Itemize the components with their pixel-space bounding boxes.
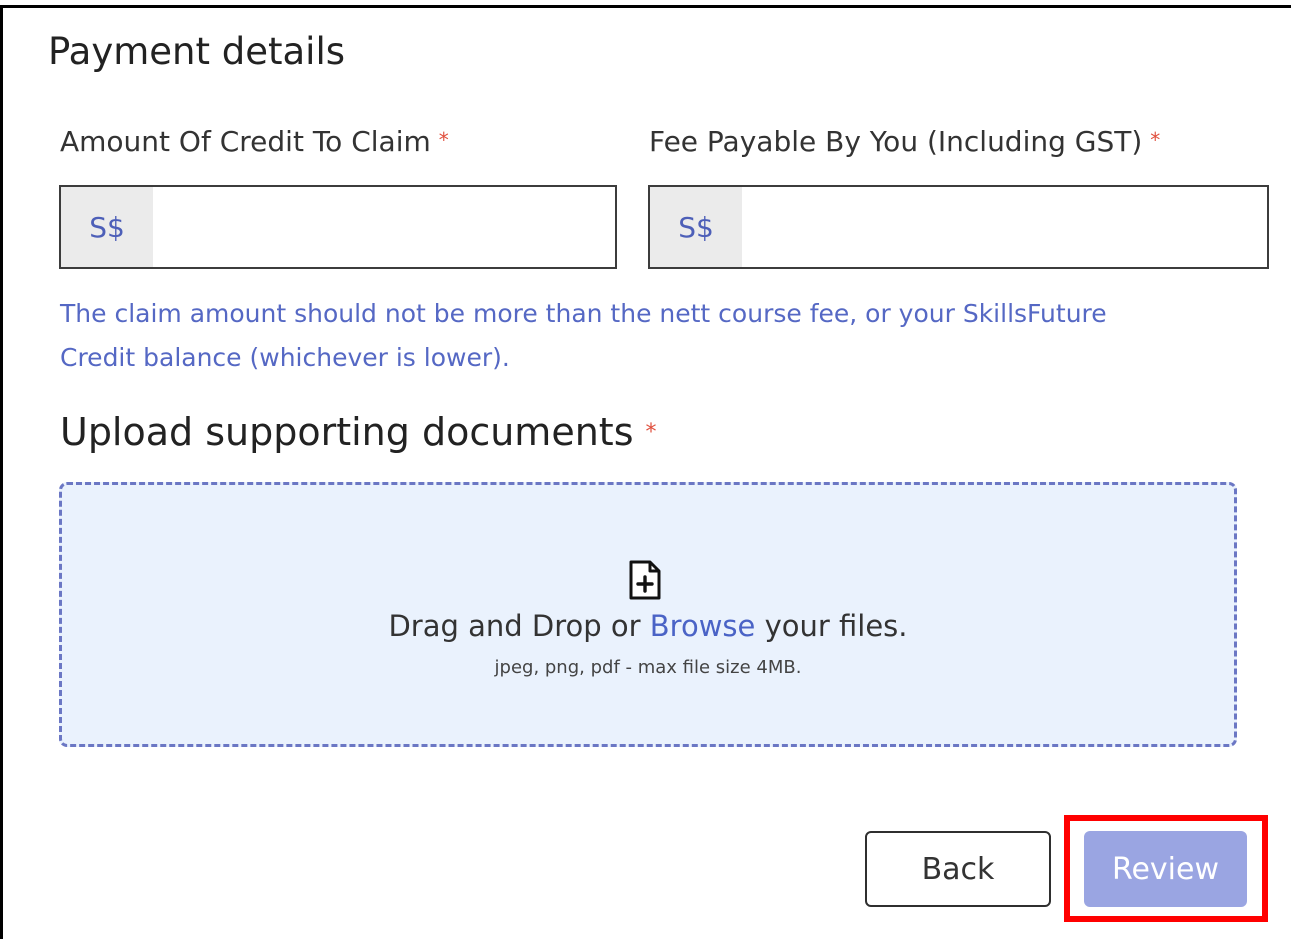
section-title: Payment details xyxy=(48,30,346,73)
claim-amount-hint: The claim amount should not be more than… xyxy=(60,299,1107,372)
browse-link[interactable]: Browse xyxy=(650,609,756,643)
credit-amount-input[interactable] xyxy=(153,187,615,267)
back-button[interactable]: Back xyxy=(865,831,1051,907)
credit-amount-label-text: Amount Of Credit To Claim xyxy=(60,125,431,158)
file-type-hint: jpeg, png, pdf - max file size 4MB. xyxy=(494,657,802,678)
review-button[interactable]: Review xyxy=(1084,831,1247,907)
dropzone-instructions: Drag and Drop or Browse your files. xyxy=(62,609,1234,643)
fee-payable-label-text: Fee Payable By You (Including GST) xyxy=(649,125,1143,158)
currency-prefix: S$ xyxy=(650,187,742,267)
fee-payable-input-group: S$ xyxy=(648,185,1269,269)
required-marker: * xyxy=(1150,128,1161,152)
credit-amount-input-group: S$ xyxy=(59,185,617,269)
currency-prefix: S$ xyxy=(61,187,153,267)
credit-amount-label: Amount Of Credit To Claim * xyxy=(60,125,449,158)
upload-title-text: Upload supporting documents xyxy=(60,410,634,454)
required-marker: * xyxy=(438,128,449,152)
fee-payable-input[interactable] xyxy=(742,187,1267,267)
upload-title: Upload supporting documents * xyxy=(60,410,657,454)
file-dropzone[interactable]: Drag and Drop or Browse your files. jpeg… xyxy=(59,482,1237,747)
required-marker: * xyxy=(645,420,657,445)
fee-payable-label: Fee Payable By You (Including GST) * xyxy=(649,125,1160,158)
file-plus-icon xyxy=(629,560,661,600)
dropzone-text-before: Drag and Drop or xyxy=(388,609,650,643)
dropzone-text-after: your files. xyxy=(755,609,908,643)
